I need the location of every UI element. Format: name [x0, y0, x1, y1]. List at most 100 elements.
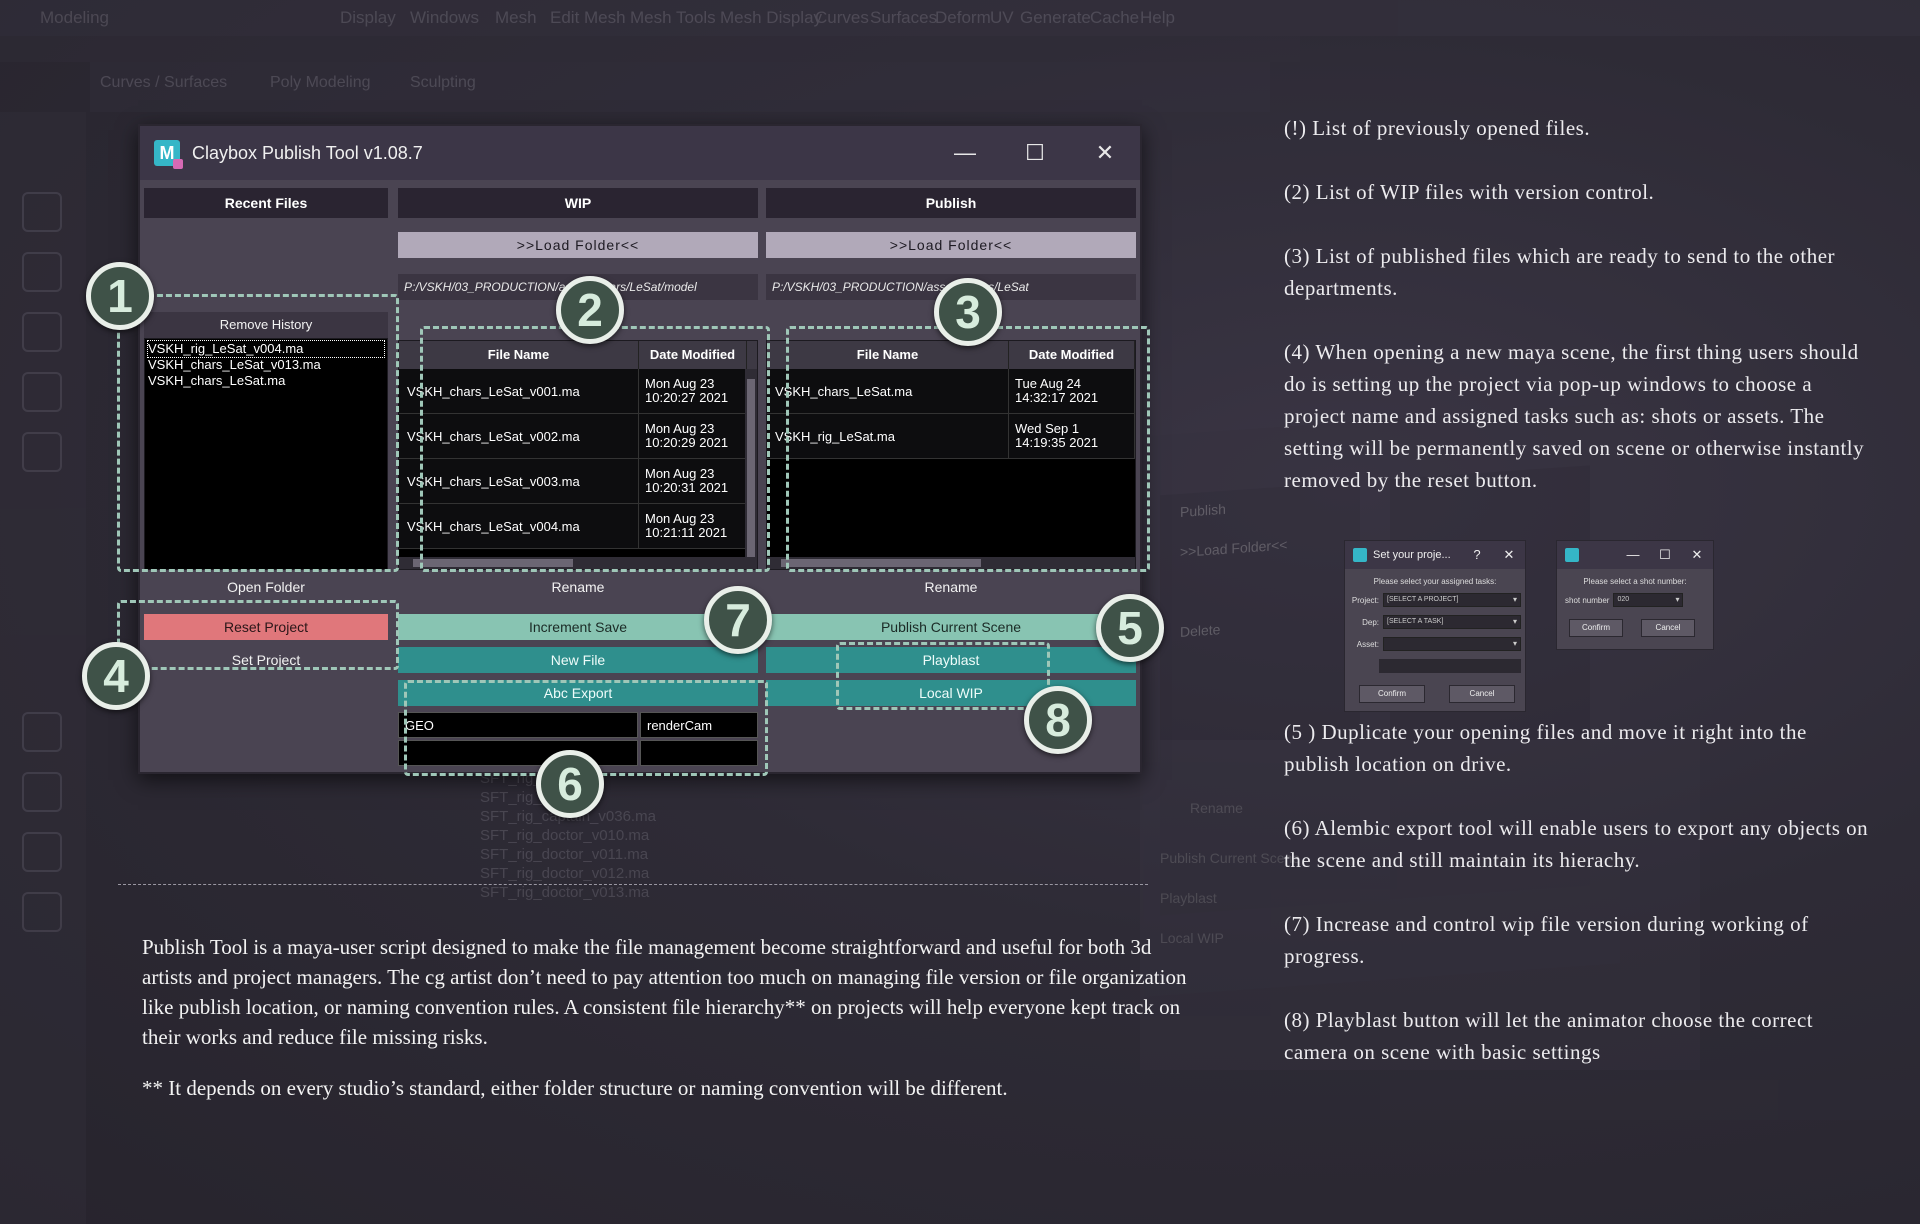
confirm-button[interactable]: Confirm	[1569, 619, 1623, 637]
dialog-controls: — ☐ ✕	[1617, 547, 1713, 563]
new-file-button[interactable]: New File	[398, 647, 758, 673]
project-label: Project:	[1351, 595, 1379, 605]
dialog-controls: ? ✕	[1461, 547, 1525, 563]
bg-menu-item: Cache	[1090, 8, 1140, 27]
asset-label: Asset:	[1356, 639, 1379, 649]
callout-badge-3: 3	[934, 278, 1002, 346]
callout-badge-6: 6	[536, 750, 604, 818]
maya-app-icon: M	[154, 140, 183, 169]
bg-menu-item: Curves	[815, 8, 869, 27]
close-icon[interactable]: ✕	[1681, 547, 1713, 563]
layout-icon	[22, 712, 62, 752]
note-6: (6) Alembic export tool will enable user…	[1284, 816, 1869, 872]
maya-app-icon	[1353, 548, 1367, 562]
bg-file: SFT_rig_doctor_v012.ma	[480, 865, 650, 882]
window-controls: — ☐ ✕	[930, 126, 1140, 180]
wip-rename-button[interactable]: Rename	[398, 574, 758, 600]
bg-file: SFT_rig_doctor_v013.ma	[480, 884, 650, 901]
asset-dropdown[interactable]	[1383, 637, 1521, 651]
layout-split-icon	[22, 832, 62, 872]
wip-load-folder-button[interactable]: >>Load Folder<<	[398, 232, 758, 258]
publish-rename-button[interactable]: Rename	[766, 574, 1136, 600]
callout-box-recent	[117, 294, 399, 572]
callout-badge-8: 8	[1024, 686, 1092, 754]
note-3: (3) List of published files which are re…	[1284, 244, 1836, 300]
bg-shelf-tab: Sculpting	[410, 74, 476, 91]
bg-menu-item: Display	[340, 8, 396, 27]
publish-current-scene-button[interactable]: Publish Current Scene	[766, 614, 1136, 640]
move-tool-icon	[22, 372, 62, 412]
bg-shelf: Curves / Surfaces Poly Modeling Sculptin…	[90, 62, 1270, 112]
shot-dropdown[interactable]: 020	[1613, 593, 1684, 607]
callout-badge-5: 5	[1096, 594, 1164, 662]
project-dropdown[interactable]: [SELECT A PROJECT]	[1383, 593, 1521, 607]
callout-badge-2: 2	[556, 276, 624, 344]
bg-menu-item: Edit Mesh	[550, 8, 626, 27]
bg-file: SFT_rig_doctor_v011.ma	[480, 846, 649, 863]
publish-header: Publish	[766, 188, 1136, 218]
shot-number-dialog: — ☐ ✕ Please select a shot number: shot …	[1556, 540, 1714, 650]
dialog-empty-field[interactable]	[1379, 659, 1521, 673]
bg-timeline	[1380, 1080, 1920, 1120]
intro-paragraph: Publish Tool is a maya-user script desig…	[142, 935, 1187, 1049]
bg-label: Rename	[1190, 800, 1243, 816]
lasso-tool-icon	[22, 252, 62, 292]
confirm-button[interactable]: Confirm	[1359, 685, 1425, 703]
bg-menu-item: Surfaces	[870, 8, 938, 27]
dep-row: Dep: [SELECT A TASK]	[1345, 615, 1521, 629]
bg-menu-item: Generate	[1020, 8, 1091, 27]
recent-files-header: Recent Files	[144, 188, 388, 218]
bg-toolbar	[0, 36, 1300, 62]
callout-box-publish	[786, 326, 1150, 572]
callout-badge-7: 7	[704, 586, 772, 654]
close-icon[interactable]: ✕	[1070, 126, 1140, 180]
note-2: (2) List of WIP files with version contr…	[1284, 180, 1655, 204]
maximize-icon[interactable]: ☐	[1649, 547, 1681, 563]
dialog-prompt: Please select your assigned tasks:	[1373, 577, 1497, 586]
window-title: Claybox Publish Tool v1.08.7	[192, 142, 423, 163]
select-tool-icon	[22, 192, 62, 232]
close-icon[interactable]: ✕	[1493, 547, 1525, 563]
callout-box-project	[117, 600, 399, 670]
note-1: (!) List of previously opened files.	[1284, 116, 1591, 140]
shot-row: shot number 020	[1565, 593, 1684, 607]
minimize-icon[interactable]: —	[930, 126, 1000, 180]
publish-load-folder-button[interactable]: >>Load Folder<<	[766, 232, 1136, 258]
bg-menu-item: UV	[990, 8, 1014, 27]
dep-dropdown[interactable]: [SELECT A TASK]	[1383, 615, 1521, 629]
callout-badge-1: 1	[86, 262, 154, 330]
bg-label: Delete	[1180, 621, 1221, 640]
bg-label: Publish	[1180, 500, 1226, 520]
shot-label: shot number	[1565, 595, 1610, 605]
note-5: (5 ) Duplicate your opening files and mo…	[1284, 720, 1807, 776]
bg-shelf-tab: Curves / Surfaces	[100, 74, 228, 91]
minimize-icon[interactable]: —	[1617, 547, 1649, 563]
bg-menu-item: Deform	[935, 8, 991, 27]
bg-label: Playblast	[1160, 890, 1217, 906]
help-icon[interactable]: ?	[1461, 547, 1493, 563]
section-divider	[118, 884, 1148, 885]
dialog-title-bar[interactable]: — ☐ ✕	[1557, 541, 1713, 569]
bg-menu-item: Windows	[410, 8, 479, 27]
cancel-button[interactable]: Cancel	[1641, 619, 1695, 637]
layout-grid-icon	[22, 772, 62, 812]
bg-label: Publish Current Scene	[1160, 850, 1301, 866]
footnote: ** It depends on every studio’s standard…	[142, 1076, 1008, 1100]
bg-menu-item: Mesh Display	[720, 8, 823, 27]
callout-box-wip	[420, 326, 770, 572]
open-folder-button[interactable]: Open Folder	[144, 574, 388, 600]
callout-box-playblast	[836, 642, 1050, 710]
bg-menu-item: Mesh Tools	[630, 8, 716, 27]
bg-file: SFT_rig_doctor_v010.ma	[480, 827, 650, 844]
title-bar[interactable]: M Claybox Publish Tool v1.08.7 — ☐ ✕	[140, 126, 1140, 180]
bg-shelf-tab: Poly Modeling	[270, 74, 371, 91]
dialog-title-bar[interactable]: Set your proje... ? ✕	[1345, 541, 1525, 569]
project-row: Project: [SELECT A PROJECT]	[1345, 593, 1521, 607]
maximize-icon[interactable]: ☐	[1000, 126, 1070, 180]
bg-toolbox	[0, 112, 86, 1224]
maya-app-icon	[1565, 548, 1579, 562]
cancel-button[interactable]: Cancel	[1449, 685, 1515, 703]
callout-badge-4: 4	[82, 642, 150, 710]
rotate-tool-icon	[22, 432, 62, 472]
bg-menu-item: Mesh	[495, 8, 537, 27]
